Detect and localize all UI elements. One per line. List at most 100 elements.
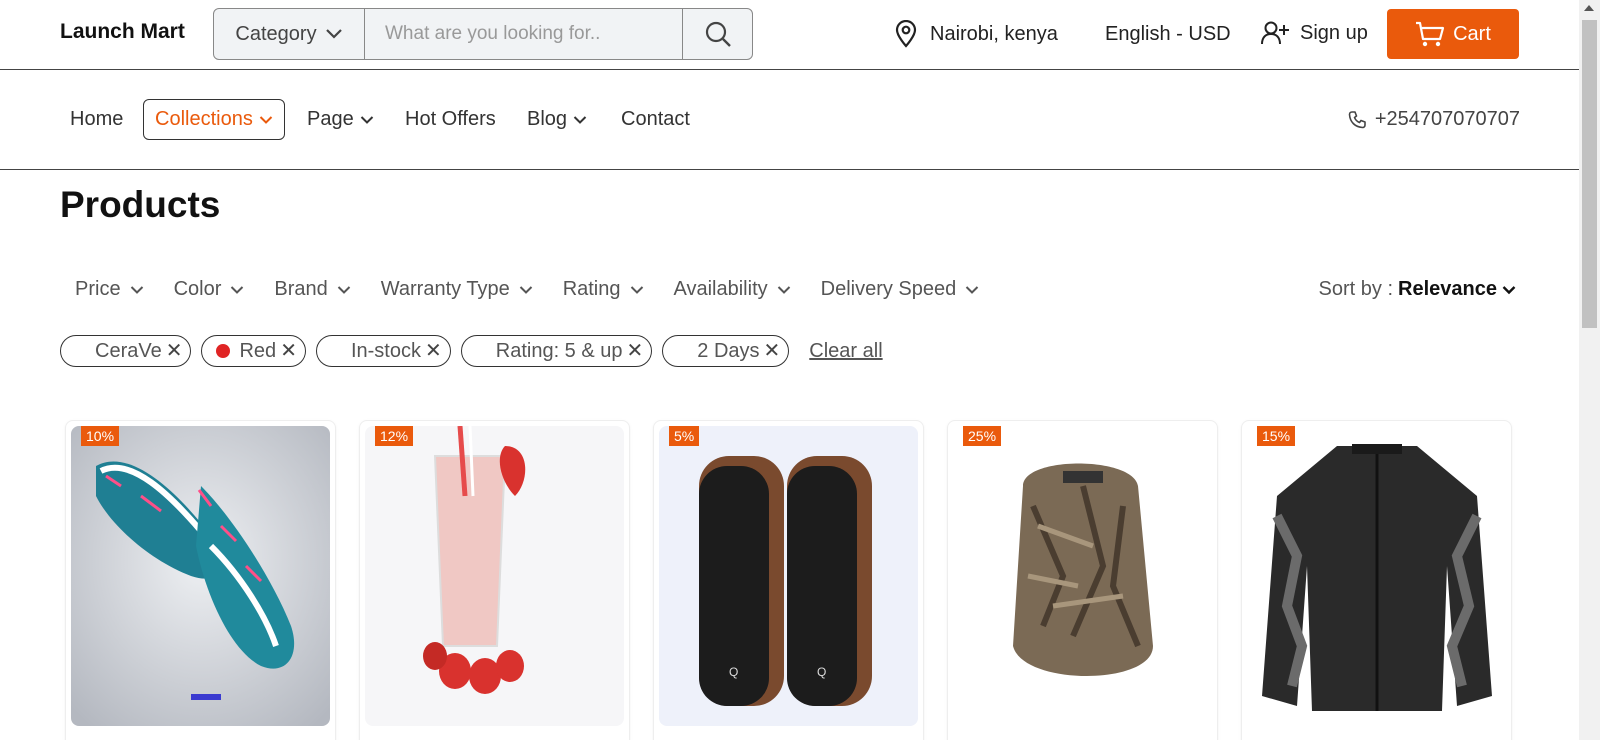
product-card[interactable]: 10%	[65, 420, 336, 740]
search-input[interactable]	[365, 9, 682, 59]
chevron-down-icon	[573, 115, 587, 124]
filter-label: Color	[173, 278, 222, 300]
chevron-down-icon	[337, 285, 350, 294]
discount-badge: 10%	[81, 426, 120, 446]
chevron-down-icon	[777, 285, 790, 294]
filter-label: Brand	[274, 278, 328, 300]
page-title: Products	[60, 184, 221, 225]
product-image-backpack[interactable]	[953, 426, 1212, 726]
product-card[interactable]: 5% Q Q	[653, 420, 924, 740]
product-image-smoothie[interactable]	[365, 426, 624, 726]
page-scrollbar[interactable]	[1579, 0, 1600, 740]
chip-label: 2 Days	[697, 339, 760, 362]
chip-label: In-stock	[350, 339, 421, 362]
search-button[interactable]	[682, 9, 752, 59]
remove-chip-icon[interactable]: ✕	[166, 341, 183, 361]
filter-price[interactable]: Price	[75, 278, 144, 301]
chevron-down-icon	[360, 115, 373, 124]
search-bar: Category	[213, 8, 753, 60]
phone-number: +254707070707	[1374, 108, 1520, 130]
product-card[interactable]: 12%	[359, 420, 630, 740]
svg-text:Q: Q	[817, 665, 826, 679]
chevron-down-icon	[325, 29, 342, 39]
filter-color[interactable]: Color	[174, 278, 245, 301]
svg-text:Q: Q	[729, 665, 738, 679]
discount-badge: 5%	[669, 426, 700, 446]
chevron-down-icon	[630, 285, 643, 294]
filter-label: Rating	[562, 278, 621, 300]
filter-delivery-speed[interactable]: Delivery Speed	[821, 278, 980, 301]
sort-dropdown[interactable]: Sort by : Relevance	[1319, 278, 1516, 301]
filter-availability[interactable]: Availability	[674, 278, 791, 301]
chip-brand: CeraVe ✕	[60, 335, 192, 367]
discount-badge: 15%	[1257, 426, 1296, 446]
nav-collections[interactable]: Collections	[143, 99, 285, 140]
chevron-down-icon	[130, 285, 143, 294]
chevron-down-icon	[259, 115, 273, 124]
nav-hot-offers[interactable]: Hot Offers	[405, 108, 496, 131]
chip-label: Rating: 5 & up	[495, 339, 623, 362]
nav-blog-label: Blog	[527, 108, 568, 130]
remove-chip-icon[interactable]: ✕	[280, 341, 297, 361]
chevron-down-icon	[519, 285, 532, 294]
scroll-up-icon[interactable]	[1584, 5, 1594, 11]
product-card[interactable]: 25%	[947, 420, 1218, 740]
product-grid: 10% 12% 5% Q Q 25% 15%	[65, 420, 1512, 740]
nav-contact-label: Contact	[621, 108, 690, 130]
cart-icon	[1416, 21, 1445, 47]
nav-page[interactable]: Page	[307, 108, 374, 131]
nav-collections-label: Collections	[155, 108, 253, 130]
product-image-sneakers[interactable]	[71, 426, 330, 726]
signup-label: Sign up	[1300, 21, 1368, 44]
sort-value: Relevance	[1398, 278, 1497, 300]
nav-contact[interactable]: Contact	[621, 108, 690, 131]
chip-rating: Rating: 5 & up ✕	[460, 335, 653, 367]
product-image-speakers[interactable]: Q Q	[659, 426, 918, 726]
phone-icon	[1348, 110, 1366, 128]
product-card[interactable]: 15%	[1241, 420, 1512, 740]
nav-home-label: Home	[70, 108, 124, 130]
cart-label: Cart	[1453, 22, 1491, 45]
remove-chip-icon[interactable]: ✕	[764, 341, 781, 361]
phone-link[interactable]: +254707070707	[1347, 108, 1520, 131]
chip-color: Red ✕	[201, 335, 306, 367]
chevron-down-icon	[1502, 285, 1516, 294]
search-icon	[705, 21, 731, 47]
chip-label: CeraVe	[95, 339, 162, 362]
chip-label: Red	[239, 339, 277, 362]
chip-availability: In-stock ✕	[315, 335, 451, 367]
chevron-down-icon	[231, 285, 244, 294]
remove-chip-icon[interactable]: ✕	[627, 341, 644, 361]
location-selector[interactable]: Nairobi, kenya	[894, 20, 1058, 48]
active-filters: CeraVe ✕ Red ✕ In-stock ✕ Rating: 5 & up…	[60, 335, 883, 367]
filter-rating[interactable]: Rating	[563, 278, 644, 301]
filter-label: Delivery Speed	[820, 278, 957, 300]
discount-badge: 12%	[375, 426, 414, 446]
brand-logo[interactable]: Launch Mart	[60, 20, 185, 44]
location-label: Nairobi, kenya	[930, 22, 1058, 45]
remove-chip-icon[interactable]: ✕	[425, 341, 442, 361]
filter-brand[interactable]: Brand	[274, 278, 350, 301]
map-pin-icon	[895, 20, 917, 48]
nav-blog[interactable]: Blog	[527, 108, 587, 131]
cart-button[interactable]: Cart	[1387, 9, 1519, 59]
category-label: Category	[235, 22, 317, 45]
signup-link[interactable]: Sign up	[1260, 20, 1368, 46]
nav-home[interactable]: Home	[70, 108, 123, 131]
product-image-jacket[interactable]	[1247, 426, 1506, 726]
category-dropdown[interactable]: Category	[214, 9, 365, 59]
scrollbar-thumb[interactable]	[1582, 20, 1597, 328]
filter-label: Availability	[673, 278, 768, 300]
filter-label: Warranty Type	[380, 278, 510, 300]
top-header: Launch Mart Category Nairobi, kenya Engl…	[0, 0, 1580, 70]
language-currency-selector[interactable]: English - USD	[1105, 23, 1231, 46]
filter-bar: Price Color Brand Warranty Type Rating A…	[75, 278, 979, 301]
filter-warranty-type[interactable]: Warranty Type	[381, 278, 533, 301]
nav-page-label: Page	[307, 108, 354, 130]
sort-label: Sort by :	[1318, 278, 1394, 300]
filter-label: Price	[75, 278, 121, 300]
clear-all-link[interactable]: Clear all	[809, 340, 882, 363]
chip-delivery: 2 Days ✕	[662, 335, 790, 367]
chevron-down-icon	[966, 285, 979, 294]
user-plus-icon	[1261, 21, 1289, 45]
